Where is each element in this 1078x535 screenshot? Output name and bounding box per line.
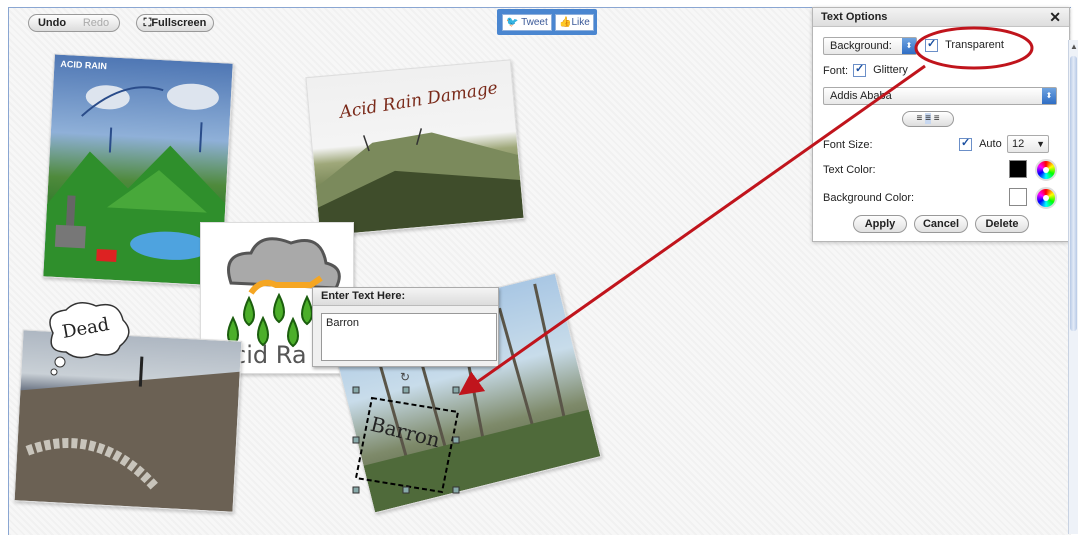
text-color-swatch[interactable] (1009, 160, 1027, 178)
rotate-handle-icon[interactable]: ↻ (400, 370, 410, 384)
text-entry-title: Enter Text Here: (313, 288, 498, 306)
auto-option[interactable]: Auto (959, 136, 1002, 151)
transparent-label: Transparent (945, 39, 1004, 52)
select-arrows-icon: ⬍ (1042, 88, 1056, 104)
cancel-button[interactable]: Cancel (914, 215, 968, 233)
font-size-value: 12 (1012, 138, 1025, 150)
align-right-icon[interactable]: ≡ (934, 113, 940, 124)
scrollbar-thumb[interactable] (1070, 56, 1077, 331)
font-label: Font: (823, 65, 849, 77)
font-select[interactable]: Addis Ababa ⬍ (823, 87, 1057, 105)
photo-acid-rain-damage[interactable]: Acid Rain Damage (305, 59, 525, 237)
undo-redo-group: Undo Redo (28, 14, 120, 32)
font-size-select[interactable]: 12 ▼ (1007, 135, 1049, 153)
transparent-checkbox[interactable] (925, 37, 938, 52)
font-size-label: Font Size: (823, 139, 873, 151)
background-select-value: Background: (830, 40, 892, 52)
social-bar: 🐦 Tweet 👍Like (497, 9, 597, 35)
transparent-option[interactable]: Transparent (925, 37, 1004, 52)
close-icon[interactable]: ✕ (1049, 10, 1061, 24)
background-color-label: Background Color: (823, 192, 915, 204)
text-color-label: Text Color: (823, 164, 876, 176)
glittery-label: Glittery (873, 64, 908, 77)
text-options-panel: Text Options ✕ Background: ⬍ Transparent… (812, 7, 1070, 242)
alignment-group: ≡ ≡ ≡ (902, 111, 954, 127)
auto-label: Auto (979, 138, 1002, 151)
background-color-wheel-icon[interactable] (1035, 187, 1057, 209)
vertical-scrollbar[interactable]: ▲ (1068, 40, 1078, 534)
fullscreen-button[interactable]: ⛶Fullscreen (136, 14, 214, 32)
like-button[interactable]: 👍Like (555, 14, 594, 31)
tweet-button[interactable]: 🐦 Tweet (502, 14, 552, 31)
select-arrows-icon: ⬍ (902, 38, 916, 54)
delete-button[interactable]: Delete (975, 215, 1029, 233)
background-select[interactable]: Background: ⬍ (823, 37, 917, 55)
dead-speech-bubble[interactable]: Dead (38, 298, 136, 376)
scroll-up-icon[interactable]: ▲ (1070, 42, 1078, 51)
text-color-wheel-icon[interactable] (1035, 159, 1057, 181)
redo-button[interactable]: Redo (74, 15, 118, 31)
align-left-icon[interactable]: ≡ (916, 113, 922, 124)
twitter-bird-icon: 🐦 (506, 17, 519, 28)
align-center-icon[interactable]: ≡ (925, 113, 931, 124)
glittery-option[interactable]: Glittery (853, 62, 908, 77)
chevron-down-icon: ▼ (1036, 139, 1045, 149)
text-entry-input[interactable]: Barron (321, 313, 497, 361)
apply-button[interactable]: Apply (853, 215, 907, 233)
selected-text-object[interactable]: ↻ Barron (352, 370, 460, 494)
undo-button[interactable]: Undo (30, 15, 74, 31)
fullscreen-label: Fullscreen (151, 17, 207, 29)
background-color-swatch[interactable] (1009, 188, 1027, 206)
font-select-value: Addis Ababa (830, 90, 892, 102)
text-entry-dialog: Enter Text Here: Barron (312, 287, 499, 367)
thumbs-up-icon: 👍 (559, 17, 572, 28)
glittery-checkbox[interactable] (853, 62, 866, 77)
text-options-title: Text Options (813, 8, 1069, 27)
like-label: Like (571, 17, 590, 28)
auto-checkbox[interactable] (959, 136, 972, 151)
tweet-label: Tweet (521, 17, 548, 28)
